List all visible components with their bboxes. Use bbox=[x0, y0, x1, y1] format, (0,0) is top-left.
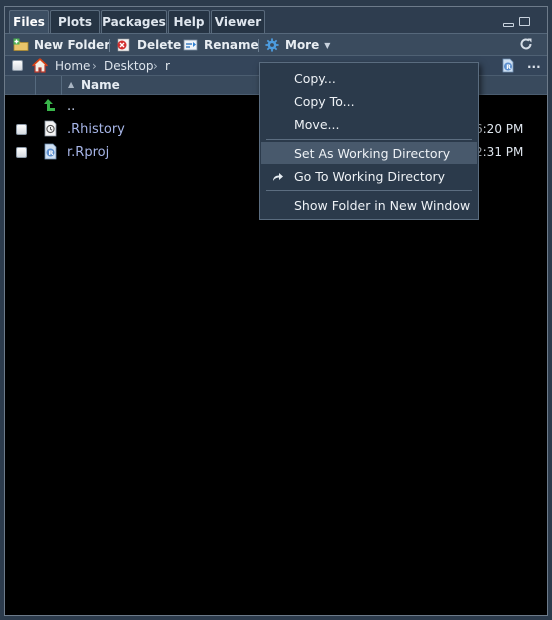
minimize-icon[interactable] bbox=[503, 23, 514, 27]
rename-button[interactable]: Rename bbox=[183, 34, 259, 56]
tab-plots[interactable]: Plots bbox=[50, 10, 100, 33]
menu-item-move[interactable]: Move... bbox=[261, 113, 477, 135]
menu-separator bbox=[266, 139, 472, 140]
breadcrumb-home[interactable]: Home bbox=[55, 59, 90, 73]
sort-ascending-icon: ▲ bbox=[68, 80, 75, 89]
refresh-button[interactable] bbox=[519, 34, 533, 56]
home-icon[interactable] bbox=[31, 58, 49, 76]
menu-separator bbox=[266, 190, 472, 191]
column-divider bbox=[61, 76, 62, 95]
tab-packages[interactable]: Packages bbox=[101, 10, 167, 33]
menu-item-go-to-working-directory[interactable]: Go To Working Directory bbox=[261, 165, 477, 187]
svg-text:R: R bbox=[506, 64, 511, 71]
menu-item-set-working-directory[interactable]: Set As Working Directory bbox=[261, 142, 477, 164]
menu-item-copy-to[interactable]: Copy To... bbox=[261, 90, 477, 112]
maximize-icon[interactable] bbox=[519, 17, 530, 26]
menu-item-label: Move... bbox=[294, 116, 340, 132]
breadcrumb-chevron-icon: › bbox=[153, 59, 158, 73]
tab-viewer[interactable]: Viewer bbox=[211, 10, 265, 33]
rproj-icon[interactable]: R bbox=[501, 58, 515, 76]
delete-button[interactable]: Delete bbox=[116, 34, 181, 56]
more-label: More bbox=[285, 38, 320, 52]
up-arrow-icon bbox=[43, 98, 57, 116]
tab-files[interactable]: Files bbox=[9, 10, 49, 33]
gear-icon bbox=[264, 38, 280, 52]
new-folder-icon bbox=[13, 38, 29, 52]
more-button[interactable]: More ▼ bbox=[264, 34, 330, 56]
menu-item-label: Show Folder in New Window bbox=[294, 197, 471, 213]
overflow-button[interactable]: ... bbox=[527, 57, 541, 71]
breadcrumb-chevron-icon: › bbox=[92, 59, 97, 73]
new-folder-button[interactable]: New Folder bbox=[13, 34, 110, 56]
go-to-arrow-icon bbox=[272, 170, 284, 185]
history-file-icon bbox=[43, 120, 58, 140]
breadcrumb-current: r bbox=[165, 59, 170, 73]
rproj-file-icon: R bbox=[43, 143, 58, 163]
file-checkbox[interactable] bbox=[16, 124, 27, 135]
svg-text:R: R bbox=[49, 149, 54, 157]
rename-icon bbox=[183, 38, 199, 52]
menu-item-label: Copy To... bbox=[294, 93, 355, 109]
file-name[interactable]: .. bbox=[67, 99, 75, 114]
tab-help[interactable]: Help bbox=[168, 10, 210, 33]
files-pane: Files Plots Packages Help Viewer New Fol… bbox=[4, 6, 548, 616]
file-name[interactable]: r.Rproj bbox=[67, 145, 109, 160]
file-modified: 6:20 PM bbox=[475, 122, 524, 136]
delete-icon bbox=[116, 38, 132, 52]
files-toolbar: New Folder Delete Rename More ▼ bbox=[5, 33, 547, 56]
file-name[interactable]: .Rhistory bbox=[67, 122, 125, 137]
file-modified: 2:31 PM bbox=[475, 145, 524, 159]
more-menu: Copy... Copy To... Move... Set As Workin… bbox=[259, 62, 479, 220]
rename-label: Rename bbox=[204, 38, 259, 52]
toolbar-separator bbox=[109, 39, 110, 52]
toolbar-separator bbox=[258, 39, 259, 52]
menu-item-label: Copy... bbox=[294, 70, 336, 86]
menu-item-label: Set As Working Directory bbox=[294, 145, 451, 161]
caret-down-icon: ▼ bbox=[324, 40, 331, 50]
file-checkbox[interactable] bbox=[16, 147, 27, 158]
breadcrumb-desktop[interactable]: Desktop bbox=[104, 59, 154, 73]
tab-strip: Files Plots Packages Help Viewer bbox=[5, 7, 547, 33]
menu-item-label: Go To Working Directory bbox=[294, 168, 446, 184]
new-folder-label: New Folder bbox=[34, 38, 111, 52]
delete-label: Delete bbox=[137, 38, 182, 52]
refresh-icon bbox=[519, 37, 533, 54]
select-all-checkbox[interactable] bbox=[12, 60, 23, 71]
column-divider bbox=[35, 76, 36, 95]
menu-item-copy[interactable]: Copy... bbox=[261, 67, 477, 89]
menu-item-show-folder-new-window[interactable]: Show Folder in New Window bbox=[261, 194, 477, 216]
column-name[interactable]: Name bbox=[81, 78, 120, 92]
